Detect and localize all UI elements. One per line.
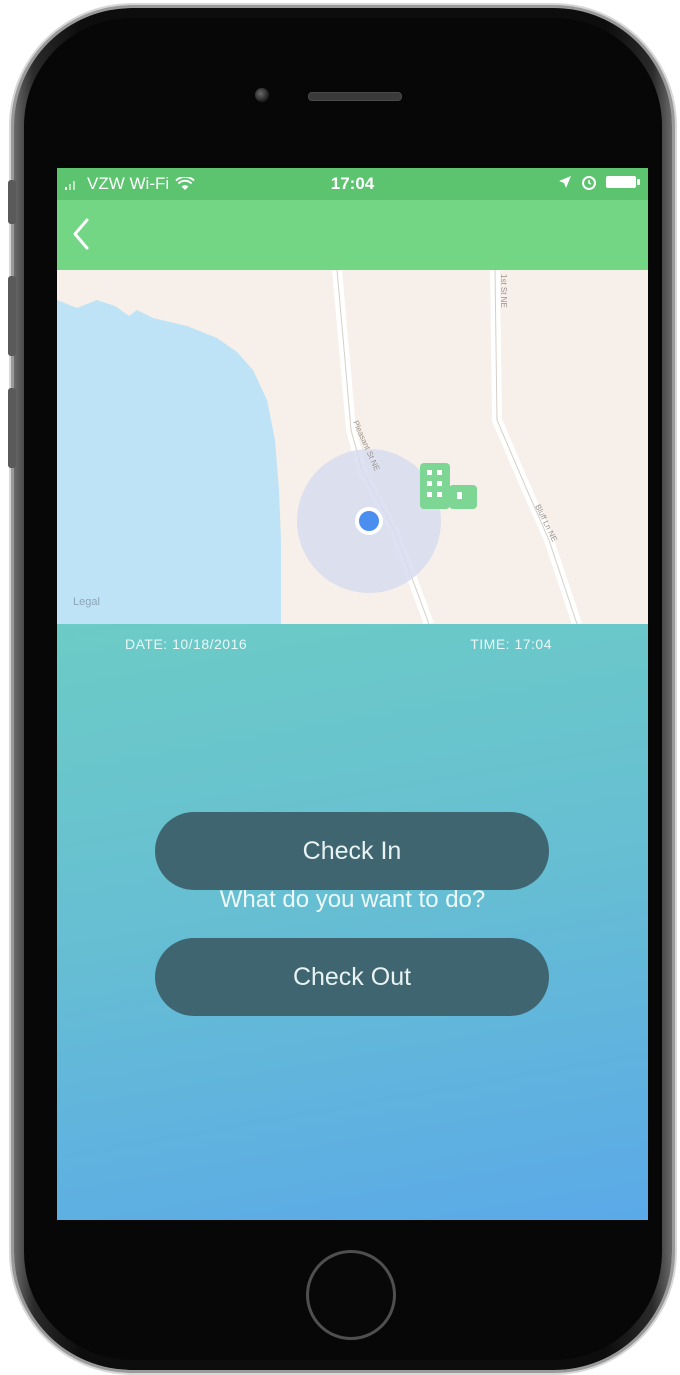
prompt-text: What do you want to do?: [219, 886, 486, 913]
time-label: TIME: 17:04: [470, 636, 552, 652]
date-label: DATE: 10/18/2016: [125, 636, 248, 652]
volume-up-button: [8, 276, 16, 356]
status-right: [558, 174, 640, 190]
map-view[interactable]: Pleasant St NE Bluff Ln NE 1st St NE Leg…: [57, 270, 648, 624]
check-out-button[interactable]: Check Out: [155, 938, 549, 1016]
front-camera: [255, 88, 269, 102]
battery-icon: [606, 176, 640, 188]
navigation-bar: [57, 200, 648, 270]
status-bar: VZW Wi-Fi 17:04: [57, 168, 648, 200]
main-content: What do you want to do? Check In Check O…: [57, 624, 648, 1220]
lake-water: [57, 300, 281, 624]
back-button[interactable]: [65, 214, 105, 254]
back-chevron-icon: [73, 218, 89, 250]
map-legal-link[interactable]: Legal: [73, 596, 100, 608]
check-in-button[interactable]: Check In: [155, 812, 549, 890]
current-location-icon: [355, 507, 383, 535]
map-canvas: Pleasant St NE Bluff Ln NE 1st St NE: [57, 270, 582, 624]
date-time-bar: DATE: 10/18/2016 TIME: 17:04: [57, 624, 648, 666]
building-icon: [420, 463, 477, 509]
street-label-1st: 1st St NE: [499, 274, 508, 308]
earpiece-speaker: [308, 92, 402, 101]
mute-switch: [8, 180, 16, 224]
location-arrow-icon: [559, 176, 571, 188]
app-screen: VZW Wi-Fi 17:04 Pleasant St NE Bluff Ln …: [57, 168, 648, 1220]
volume-down-button: [8, 388, 16, 468]
home-button[interactable]: [306, 1250, 396, 1340]
road-1st-st: [490, 270, 582, 624]
alarm-icon: [582, 176, 596, 190]
